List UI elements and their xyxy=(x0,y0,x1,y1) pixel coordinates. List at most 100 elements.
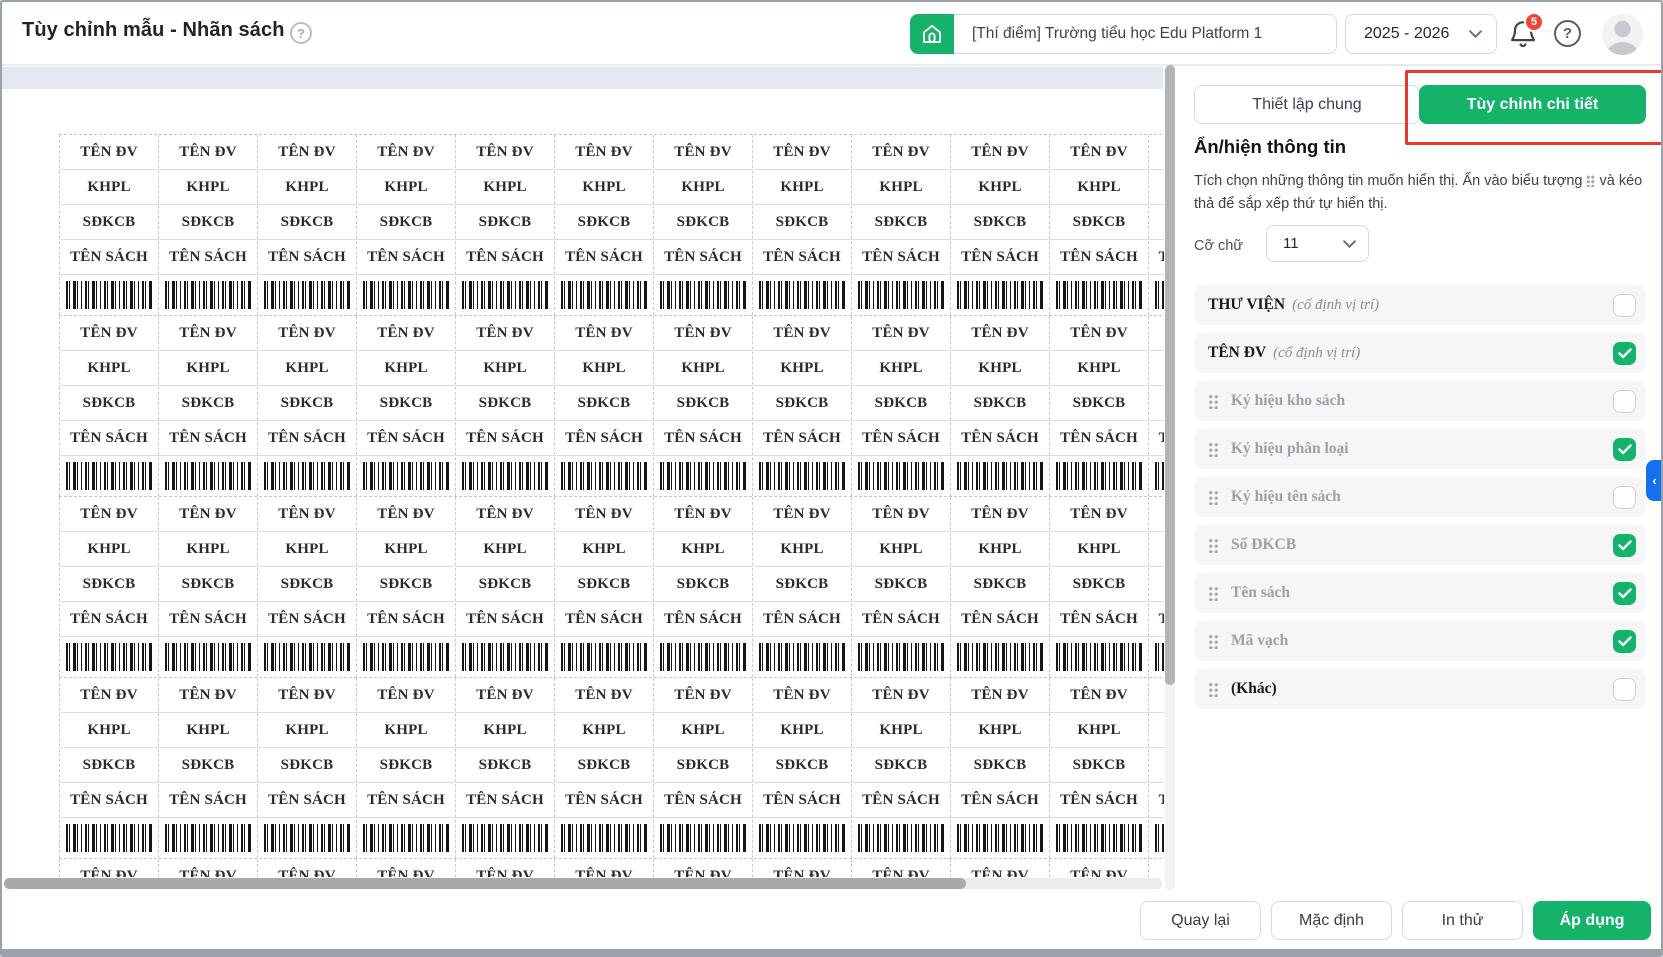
drag-handle-icon[interactable] xyxy=(1208,585,1219,601)
book-label: TÊN ĐVKHPLSĐKCBTÊN SÁCH xyxy=(653,135,752,315)
book-label: TÊN ĐVKHPLSĐKCBTÊN SÁCH xyxy=(950,316,1049,496)
label-field: KHPL xyxy=(159,170,257,205)
label-row: TÊN ĐVKHPLSĐKCBTÊN SÁCH TÊN ĐVKHPLSĐKCBTÊ… xyxy=(59,315,1164,496)
barcode-row xyxy=(159,637,257,677)
drag-handle-icon[interactable] xyxy=(1208,393,1219,409)
checkbox-unchecked[interactable] xyxy=(1613,389,1636,413)
barcode-row xyxy=(60,275,158,315)
checkbox-unchecked[interactable] xyxy=(1613,677,1636,701)
barcode-row xyxy=(852,456,950,496)
avatar[interactable] xyxy=(1602,14,1643,55)
footer-button-0[interactable]: Quay lại xyxy=(1140,901,1261,940)
book-label: TÊN ĐVKHPLSĐKCBTÊN SÁCH xyxy=(158,497,257,677)
label-field: KHPL xyxy=(60,713,158,748)
label-field: KHPL xyxy=(753,170,851,205)
book-label: TÊN ĐVKHPLSĐKCBTÊN SÁCH xyxy=(455,859,554,877)
label-field: TÊN SÁCH xyxy=(1149,421,1164,456)
label-field: TÊN SÁCH xyxy=(357,240,455,275)
drag-handle-icon[interactable] xyxy=(1208,681,1219,697)
footer-button-2[interactable]: In thử xyxy=(1402,901,1523,940)
label-field: SĐKCB xyxy=(555,205,653,240)
barcode xyxy=(957,462,1043,490)
label-field: TÊN SÁCH xyxy=(852,240,950,275)
label-field: SĐKCB xyxy=(258,567,356,602)
footer-button-1[interactable]: Mặc định xyxy=(1271,901,1392,940)
drag-handle-icon[interactable] xyxy=(1208,633,1219,649)
label-field: KHPL xyxy=(1050,713,1148,748)
label-field: TÊN ĐV xyxy=(258,859,356,878)
label-field: TÊN ĐV xyxy=(159,135,257,170)
barcode-row xyxy=(258,637,356,677)
book-label: TÊN ĐVKHPLSĐKCBTÊN SÁCH xyxy=(158,859,257,877)
label-field: TÊN SÁCH xyxy=(456,421,554,456)
title-help-icon[interactable]: ? xyxy=(290,22,312,44)
barcode xyxy=(957,281,1043,309)
checkbox-unchecked[interactable] xyxy=(1613,293,1636,317)
label-row: TÊN ĐVKHPLSĐKCBTÊN SÁCHTÊN ĐVKHPLSĐKCBTÊ… xyxy=(59,677,1164,858)
collapse-panel-button[interactable]: ‹ xyxy=(1646,460,1661,501)
book-label: TÊN ĐVKHPLSĐKCBTÊN SÁCH xyxy=(158,135,257,315)
label-field: KHPL xyxy=(951,170,1049,205)
label-field: SĐKCB xyxy=(555,386,653,421)
horizontal-scrollbar[interactable] xyxy=(4,878,1162,889)
barcode xyxy=(561,824,647,852)
app-window: Tùy chỉnh mẫu - Nhãn sách ? [Thí điểm] T… xyxy=(0,0,1663,957)
label-field: KHPL xyxy=(357,713,455,748)
school-selector[interactable]: [Thí điểm] Trường tiểu học Edu Platform … xyxy=(954,14,1337,54)
barcode-row xyxy=(1050,456,1148,496)
label-field: TÊN SÁCH xyxy=(1149,602,1164,637)
label-field: SĐKCB xyxy=(753,567,851,602)
checkbox-checked[interactable] xyxy=(1613,629,1636,653)
label-field: KHPL xyxy=(852,351,950,386)
checkbox-checked[interactable] xyxy=(1613,533,1636,557)
barcode-row xyxy=(357,637,455,677)
barcode xyxy=(660,462,746,490)
book-label: TÊN ĐVKHPLSĐKCBTÊN SÁCH xyxy=(950,497,1049,677)
label-field: KHPL xyxy=(456,713,554,748)
drag-handle-icon[interactable] xyxy=(1208,537,1219,553)
label-field: TÊN SÁCH xyxy=(654,783,752,818)
horizontal-scrollbar-thumb[interactable] xyxy=(4,878,966,889)
label-field: KHPL xyxy=(654,532,752,567)
footer-button-3[interactable]: Áp dụng xyxy=(1533,901,1651,940)
label-field: TÊN ĐV xyxy=(159,497,257,532)
barcode xyxy=(660,824,746,852)
field-visibility-list: THƯ VIỆN (cố định vị trí) TÊN ĐV (cố định v… xyxy=(1194,285,1646,709)
drag-handle-icon[interactable] xyxy=(1208,441,1219,457)
school-year-dropdown[interactable]: 2025 - 2026 xyxy=(1345,14,1497,54)
field-item-note: (cố định vị trí) xyxy=(1292,296,1380,313)
vertical-scrollbar[interactable] xyxy=(1165,65,1175,890)
label-field: SĐKCB xyxy=(456,386,554,421)
book-label: TÊN ĐVKHPLSĐKCBTÊN SÁCH xyxy=(1148,497,1164,677)
barcode xyxy=(264,824,350,852)
field-item-4: Ký hiệu tên sách xyxy=(1194,477,1646,517)
checkbox-unchecked[interactable] xyxy=(1613,485,1636,509)
font-size-dropdown[interactable]: 11 xyxy=(1266,225,1369,262)
book-label: TÊN ĐVKHPLSĐKCBTÊN SÁCH xyxy=(356,497,455,677)
barcode xyxy=(264,462,350,490)
vertical-scrollbar-thumb[interactable] xyxy=(1165,65,1175,685)
book-label: TÊN ĐVKHPLSĐKCBTÊN SÁCH xyxy=(554,316,653,496)
label-field: KHPL xyxy=(357,351,455,386)
tab-thiet-lap-chung[interactable]: Thiết lập chung xyxy=(1194,85,1420,124)
checkbox-checked[interactable] xyxy=(1613,437,1636,461)
book-label: TÊN ĐVKHPLSĐKCBTÊN SÁCH xyxy=(554,859,653,877)
barcode xyxy=(561,643,647,671)
panel-heading: Ẩn/hiện thông tin xyxy=(1194,136,1347,157)
drag-handle-icon[interactable] xyxy=(1208,489,1219,505)
font-size-label: Cỡ chữ xyxy=(1194,238,1244,254)
book-label: TÊN ĐVKHPLSĐKCBTÊN SÁCH xyxy=(59,135,158,315)
label-field: TÊN ĐV xyxy=(852,859,950,878)
label-field: KHPL xyxy=(258,713,356,748)
label-field: SĐKCB xyxy=(951,205,1049,240)
label-field: KHPL xyxy=(753,532,851,567)
barcode-row xyxy=(159,818,257,858)
book-label: TÊN ĐVKHPLSĐKCBTÊN SÁCH xyxy=(158,678,257,858)
checkbox-checked[interactable] xyxy=(1613,341,1636,365)
tab-tuy-chinh-chi-tiet[interactable]: Tùy chỉnh chi tiết xyxy=(1419,85,1646,124)
barcode-row xyxy=(357,456,455,496)
label-field: SĐKCB xyxy=(951,748,1049,783)
home-button[interactable] xyxy=(910,14,954,54)
header-help-icon[interactable]: ? xyxy=(1554,20,1581,47)
checkbox-checked[interactable] xyxy=(1613,581,1636,605)
